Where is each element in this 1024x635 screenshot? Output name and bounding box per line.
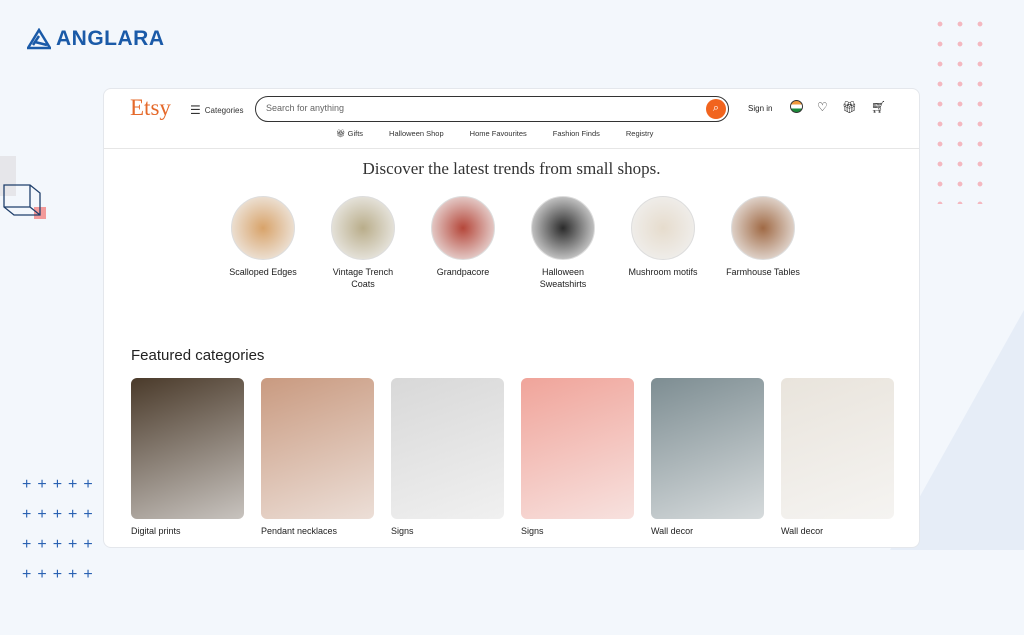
category-label: Wall decor <box>651 526 694 536</box>
trend-image <box>531 196 595 260</box>
featured-category[interactable]: Signs <box>391 378 504 536</box>
anglara-logo: ANGLARA <box>27 27 165 51</box>
search-button[interactable]: ⌕ <box>706 99 726 119</box>
trend-image <box>631 196 695 260</box>
trend-item[interactable]: Grandpacore <box>423 196 503 279</box>
category-image <box>781 378 894 519</box>
country-flag-icon[interactable] <box>790 100 803 113</box>
category-image <box>391 378 504 519</box>
featured-category[interactable]: Wall decor <box>781 378 894 536</box>
cube-icon <box>3 184 46 219</box>
nav-registry[interactable]: Registry <box>626 129 654 138</box>
top-nav: 🎁︎ Gifts Halloween Shop Home Favourites … <box>336 129 653 138</box>
trend-image <box>431 196 495 260</box>
menu-icon: ☰ <box>190 103 201 117</box>
cart-icon[interactable]: 🛒︎ <box>871 100 886 114</box>
gift-icon[interactable]: 🎁︎ <box>842 100 857 114</box>
category-label: Signs <box>391 526 414 536</box>
category-label: Pendant necklaces <box>261 526 338 536</box>
sign-in-link[interactable]: Sign in <box>748 104 772 113</box>
category-label: Digital prints <box>131 526 181 536</box>
featured-category[interactable]: Wall decor <box>651 378 764 536</box>
trend-image <box>731 196 795 260</box>
category-label: Signs <box>521 526 544 536</box>
page-heading: Discover the latest trends from small sh… <box>362 159 661 178</box>
featured-category[interactable]: Signs <box>521 378 634 536</box>
trend-image <box>331 196 395 260</box>
trend-label: Scalloped Edges <box>229 267 297 277</box>
trend-image <box>231 196 295 260</box>
trend-label: Vintage Trench Coats <box>332 267 394 289</box>
category-image <box>521 378 634 519</box>
category-label: Wall decor <box>781 526 824 536</box>
trend-item[interactable]: Scalloped Edges <box>223 196 303 279</box>
featured-category[interactable]: Pendant necklaces <box>261 378 374 536</box>
trend-label: Farmhouse Tables <box>726 267 800 277</box>
featured-category[interactable]: Digital prints <box>131 378 244 536</box>
featured-title: Featured categories <box>131 347 265 364</box>
category-image <box>131 378 244 519</box>
search-input[interactable]: Search for anything ⌕ <box>255 96 729 122</box>
trend-label: Mushroom motifs <box>628 267 698 277</box>
nav-fashion-finds[interactable]: Fashion Finds <box>553 129 600 138</box>
trend-label: Grandpacore <box>436 267 490 277</box>
etsy-window: Etsy ☰ Categories Search for anything ⌕ Si… <box>103 88 920 548</box>
anglara-logo-icon <box>27 28 51 50</box>
category-image <box>261 378 374 519</box>
nav-gifts[interactable]: 🎁︎ Gifts <box>336 129 363 138</box>
decor-dots <box>930 14 990 204</box>
trend-item[interactable]: Halloween Sweatshirts <box>523 196 603 290</box>
trend-label: Halloween Sweatshirts <box>539 267 587 289</box>
nav-halloween-shop[interactable]: Halloween Shop <box>389 129 444 138</box>
trend-item[interactable]: Farmhouse Tables <box>723 196 803 279</box>
decor-plus-grid: +++++ +++++ +++++ +++++ <box>22 476 99 583</box>
divider <box>104 148 919 149</box>
trend-item[interactable]: Vintage Trench Coats <box>323 196 403 290</box>
category-image <box>651 378 764 519</box>
search-icon: ⌕ <box>712 102 720 114</box>
trend-item[interactable]: Mushroom motifs <box>623 196 703 279</box>
etsy-logo[interactable]: Etsy <box>130 95 171 121</box>
categories-button[interactable]: ☰ Categories <box>190 103 243 117</box>
nav-home-favourites[interactable]: Home Favourites <box>470 129 527 138</box>
heart-icon[interactable]: ♡ <box>817 100 828 114</box>
